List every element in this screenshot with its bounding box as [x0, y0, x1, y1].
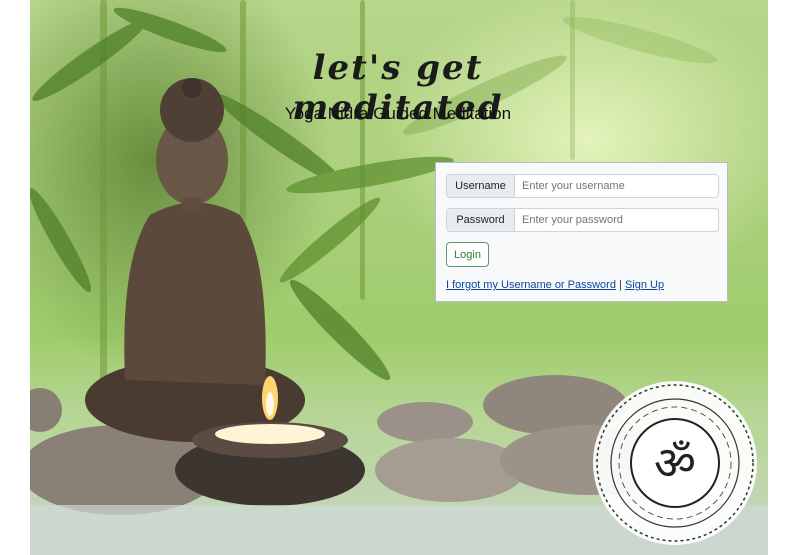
username-label: Username — [446, 174, 514, 198]
username-row: Username — [446, 174, 719, 198]
password-label: Password — [446, 208, 514, 232]
signup-link[interactable]: Sign Up — [625, 279, 664, 291]
password-input[interactable] — [514, 208, 719, 232]
login-button[interactable]: Login — [446, 242, 489, 267]
svg-text:ॐ: ॐ — [654, 436, 696, 490]
password-row: Password — [446, 208, 719, 232]
link-separator: | — [619, 279, 622, 291]
auth-links: I forgot my Username or Password | Sign … — [446, 279, 664, 291]
username-input[interactable] — [514, 174, 719, 198]
page-subtitle: Yoga Nidra Guided Meditation — [284, 104, 512, 123]
om-mandala-icon: ॐ — [593, 381, 757, 545]
login-panel: Username Password Login I forgot my User… — [435, 162, 728, 302]
hero-background: ॐ let's get meditated Yoga Nidra Guided … — [30, 0, 768, 555]
forgot-credentials-link[interactable]: I forgot my Username or Password — [446, 279, 616, 291]
